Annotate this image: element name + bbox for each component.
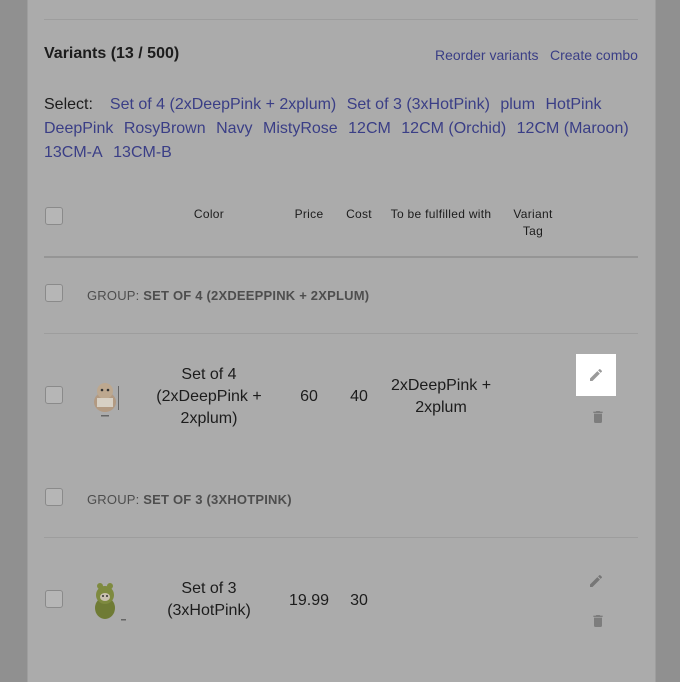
variant-color-line: Set of 3 [181,580,237,597]
select-filter: Select: Set of 4 (2xDeepPink + 2xplum) Se… [44,93,644,165]
trash-icon [593,411,603,423]
delete-variant-button[interactable] [587,406,609,428]
group-label: GROUP: SET OF 3 (3XHOTPINK) [87,492,292,507]
select-option[interactable]: HotPink [545,96,601,113]
edit-variant-button[interactable] [585,570,607,592]
variant-color: Set of 3 (3xHotPink) [150,578,268,622]
group-checkbox[interactable] [45,284,63,302]
select-option[interactable]: 12CM (Maroon) [517,120,629,137]
variant-fulfilled-line: 2xDeepPink + [390,377,492,394]
trash-icon [593,615,603,627]
select-all-checkbox[interactable] [45,207,63,225]
variant-price: 19.99 [288,592,330,609]
group-divider [44,333,638,334]
header-fulfilled: To be fulfilled with [390,207,492,221]
top-divider [44,19,638,20]
header-color: Color [193,207,225,221]
variant-checkbox[interactable] [45,386,63,404]
pencil-icon [590,368,603,381]
variant-color-line: (3xHotPink) [167,602,251,619]
group-label: GROUP: SET OF 4 (2XDEEPPINK + 2XPLUM) [87,288,369,303]
variant-cost: 30 [350,592,368,609]
create-combo-link[interactable]: Create combo [550,47,638,63]
variant-fulfilled-line: 2xplum [415,399,467,416]
variant-color-line: Set of 4 [181,366,237,383]
select-option[interactable]: 13CM-A [44,144,103,161]
select-option[interactable]: 13CM-B [113,144,172,161]
variants-title: Variants (13 / 500) [44,45,180,62]
variant-color: Set of 4 (2xDeepPink + 2xplum) [150,364,268,430]
group-prefix: GROUP: [87,288,140,303]
select-label: Select: [44,96,93,113]
select-option[interactable]: DeepPink [44,120,113,137]
header-divider [44,256,638,258]
header-variant-tag-line2: Tag [522,224,544,238]
select-option[interactable]: Set of 3 (3xHotPink) [347,96,490,113]
select-option[interactable]: 12CM [348,120,391,137]
select-option[interactable]: RosyBrown [124,120,206,137]
header-variant-tag: Variant Tag [503,206,563,240]
edit-variant-button[interactable] [576,354,616,396]
reorder-variants-link[interactable]: Reorder variants [435,47,539,63]
group-checkbox[interactable] [45,488,63,506]
select-option[interactable]: Set of 4 (2xDeepPink + 2xplum) [110,96,336,113]
variant-color-line: 2xplum) [180,410,238,427]
group-name: SET OF 3 (3XHOTPINK) [143,492,292,507]
header-cost: Cost [346,207,372,221]
header-variant-tag-line1: Variant [513,207,553,221]
variant-checkbox[interactable] [45,590,63,608]
variant-thumbnail [94,383,119,417]
header-price: Price [294,207,324,221]
variant-color-line: (2xDeepPink + [156,388,262,405]
group-prefix: GROUP: [87,492,140,507]
pencil-icon [590,574,603,587]
variant-fulfilled: 2xDeepPink + 2xplum [383,375,499,419]
variant-cost: 40 [350,388,368,405]
delete-variant-button[interactable] [587,610,609,632]
variant-thumbnail [95,583,126,621]
variant-price: 60 [300,388,318,405]
select-option[interactable]: plum [500,96,535,113]
group-name: SET OF 4 (2XDEEPPINK + 2XPLUM) [143,288,370,303]
select-option[interactable]: Navy [216,120,252,137]
select-option[interactable]: MistyRose [263,120,338,137]
group-divider [44,537,638,538]
select-option[interactable]: 12CM (Orchid) [401,120,506,137]
